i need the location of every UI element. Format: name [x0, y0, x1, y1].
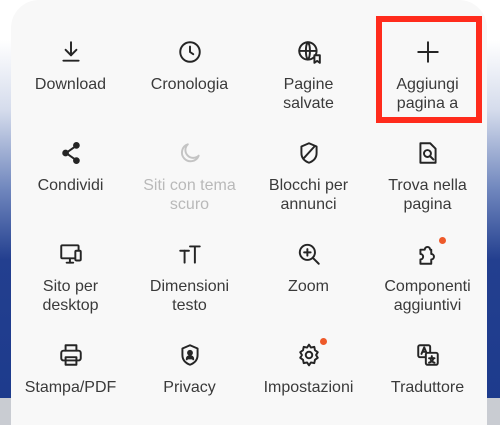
menu-item-label: Dimensioni testo — [149, 278, 230, 314]
menu-item-text-size[interactable]: Dimensioni testo — [130, 222, 249, 323]
menu-item-find-in-page[interactable]: Trova nella pagina — [368, 121, 487, 222]
text-size-icon — [176, 240, 204, 268]
moon-icon — [176, 139, 204, 167]
menu-item-settings[interactable]: Impostazioni — [249, 323, 368, 424]
menu-item-saved-pages[interactable]: Pagine salvate — [249, 20, 368, 121]
menu-item-ad-blockers[interactable]: Blocchi per annunci — [249, 121, 368, 222]
saved-pages-icon — [295, 38, 323, 66]
plus-icon — [414, 38, 442, 66]
menu-item-desktop-site[interactable]: Sito per desktop — [11, 222, 130, 323]
menu-item-label: Impostazioni — [263, 379, 354, 396]
gear-icon — [295, 338, 327, 369]
desktop-icon — [57, 240, 85, 268]
menu-item-label: Componenti aggiuntivi — [384, 278, 471, 314]
privacy-icon — [176, 341, 204, 369]
find-in-page-icon — [414, 139, 442, 167]
download-icon — [57, 38, 85, 66]
menu-item-label: Download — [34, 76, 107, 93]
menu-grid: Download Cronologia Pagine salvate Aggiu… — [11, 20, 487, 424]
menu-item-label: Aggiungi pagina a — [396, 76, 459, 112]
menu-item-label: Zoom — [288, 278, 329, 295]
menu-item-download[interactable]: Download — [11, 20, 130, 121]
menu-item-translator[interactable]: Traduttore — [368, 323, 487, 424]
menu-item-privacy[interactable]: Privacy — [130, 323, 249, 424]
menu-item-history[interactable]: Cronologia — [130, 20, 249, 121]
menu-item-label: Stampa/PDF — [24, 379, 117, 396]
menu-item-label: Sito per desktop — [42, 278, 99, 314]
zoom-icon — [295, 240, 323, 268]
menu-item-zoom[interactable]: Zoom — [249, 222, 368, 323]
menu-item-add-ons[interactable]: Componenti aggiuntivi — [368, 222, 487, 323]
clock-icon — [176, 38, 204, 66]
share-icon — [57, 139, 85, 167]
menu-item-label: Traduttore — [390, 379, 465, 396]
menu-item-label: Privacy — [163, 379, 216, 396]
menu-item-label: Blocchi per annunci — [268, 177, 349, 213]
menu-item-print-pdf[interactable]: Stampa/PDF — [11, 323, 130, 424]
browser-menu-panel: Download Cronologia Pagine salvate Aggiu… — [11, 0, 487, 425]
menu-item-label: Pagine salvate — [283, 76, 334, 112]
printer-icon — [57, 341, 85, 369]
menu-item-share[interactable]: Condividi — [11, 121, 130, 222]
translate-icon — [414, 341, 442, 369]
menu-item-dark-theme-sites[interactable]: Siti con tema scuro — [130, 121, 249, 222]
menu-item-add-page-to[interactable]: Aggiungi pagina a — [368, 20, 487, 121]
new-badge — [438, 237, 446, 244]
menu-item-label: Cronologia — [150, 76, 229, 93]
menu-item-label: Siti con tema scuro — [143, 177, 236, 213]
menu-item-label: Condividi — [37, 177, 104, 194]
menu-item-label: Trova nella pagina — [388, 177, 467, 213]
shield-icon — [295, 139, 323, 167]
puzzle-icon — [414, 237, 446, 268]
new-badge — [319, 338, 327, 345]
